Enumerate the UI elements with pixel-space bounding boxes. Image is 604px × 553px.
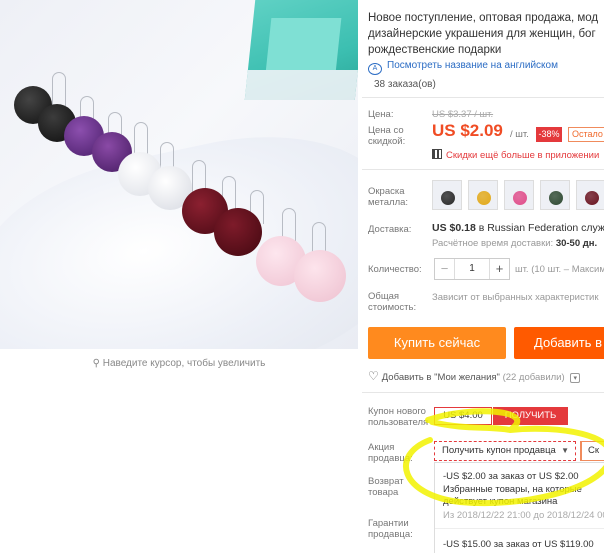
zoom-hint: ⚲ Наведите курсор, чтобы увеличить xyxy=(92,358,266,369)
chevron-down-icon[interactable]: ▾ xyxy=(570,373,581,383)
coupon-offer-amount[interactable]: -US $15.00 за заказ от US $119.00 xyxy=(443,539,594,550)
total-label: Общая стоимость: xyxy=(368,291,417,313)
product-title: Новое поступление, оптовая продажа, мод … xyxy=(368,12,599,56)
magnifier-icon: ⚲ xyxy=(92,358,103,369)
quantity-increase-button[interactable]: + xyxy=(489,259,509,279)
burgundy-pompom xyxy=(214,208,262,256)
original-price: US $3.37 / шт. xyxy=(432,109,494,120)
coupon-offer-desc: действует купон магазина xyxy=(443,496,558,507)
add-to-cart-button[interactable]: Добавить в xyxy=(514,327,604,359)
quantity-decrease-button[interactable]: − xyxy=(435,259,455,279)
quantity-label: Количество: xyxy=(368,264,422,275)
coupon-offer-amount[interactable]: -US $2.00 за заказ от US $2.00 xyxy=(443,471,579,482)
new-user-coupon-value: US $4.00 xyxy=(434,407,492,425)
buy-now-button[interactable]: Купить сейчас xyxy=(368,327,506,359)
shipping-price: US $0.18 в Russian Federation служб xyxy=(432,222,604,234)
add-to-wishlist-link[interactable]: ♡ Добавить в "Мои желания" (22 добавили) … xyxy=(368,369,581,383)
seller-promo-label: Акция продавца: xyxy=(368,442,413,464)
seller-coupon-select[interactable]: Получить купон продавца ▼ xyxy=(434,441,576,461)
heart-icon: ♡ xyxy=(368,369,379,383)
seller-discount-select[interactable]: Ск xyxy=(580,441,604,461)
divider xyxy=(362,97,604,98)
gift-box-image xyxy=(244,0,358,100)
quantity-stepper: − 1 + xyxy=(434,258,510,280)
delivery-time: Расчётное время доставки: 30-50 дн. xyxy=(432,238,598,249)
divider xyxy=(362,392,604,393)
color-swatch-black[interactable] xyxy=(432,180,462,210)
divider xyxy=(362,169,604,170)
quantity-input[interactable]: 1 xyxy=(455,259,489,279)
seller-coupon-dropdown: -US $2.00 за заказ от US $2.00 Избранные… xyxy=(434,462,604,553)
new-user-coupon-label: Купон нового пользователя xyxy=(368,406,429,428)
color-swatch-green[interactable] xyxy=(540,180,570,210)
return-label: Возврат товара xyxy=(368,476,404,498)
discount-badge: -38% xyxy=(536,127,562,142)
app-promo-link[interactable]: Скидки ещё больше в приложении xyxy=(432,149,599,161)
color-swatch-yellow[interactable] xyxy=(468,180,498,210)
qr-code-icon xyxy=(432,149,442,159)
discount-price-label: Цена со скидкой: xyxy=(368,125,406,147)
color-swatch-burgundy[interactable] xyxy=(576,180,604,210)
price-unit: / шт. xyxy=(510,129,529,140)
shipping-label: Доставка: xyxy=(368,224,412,235)
product-image[interactable] xyxy=(0,0,358,349)
color-label: Окраска металла: xyxy=(368,186,409,208)
time-remaining-badge: Остало xyxy=(568,127,604,142)
chevron-down-icon: ▼ xyxy=(561,446,569,455)
order-count: 38 заказа(ов) xyxy=(374,79,436,90)
discount-price: US $2.09 xyxy=(432,121,503,140)
product-page: ⚲ Наведите курсор, чтобы увеличить Новое… xyxy=(0,0,604,553)
translate-icon: A xyxy=(368,63,382,75)
get-coupon-button[interactable]: ПОЛУЧИТЬ xyxy=(493,407,568,425)
total-note: Зависит от выбранных характеристик xyxy=(432,292,599,303)
quantity-unit-note: шт. (10 шт. – Максимум xyxy=(515,264,604,275)
color-swatch-pink[interactable] xyxy=(504,180,534,210)
coupon-offer-dates: Из 2018/12/22 21:00 до 2018/12/24 00 xyxy=(443,510,604,521)
translate-title-link[interactable]: A Посмотреть название на английском xyxy=(368,60,558,75)
product-info: Новое поступление, оптовая продажа, мод … xyxy=(362,0,604,553)
pink-pompom xyxy=(294,250,346,302)
guarantee-label: Гарантии продавца: xyxy=(368,518,413,540)
coupon-offer-desc: Избранные товары, на которые xyxy=(443,484,582,495)
price-label: Цена: xyxy=(368,109,394,120)
